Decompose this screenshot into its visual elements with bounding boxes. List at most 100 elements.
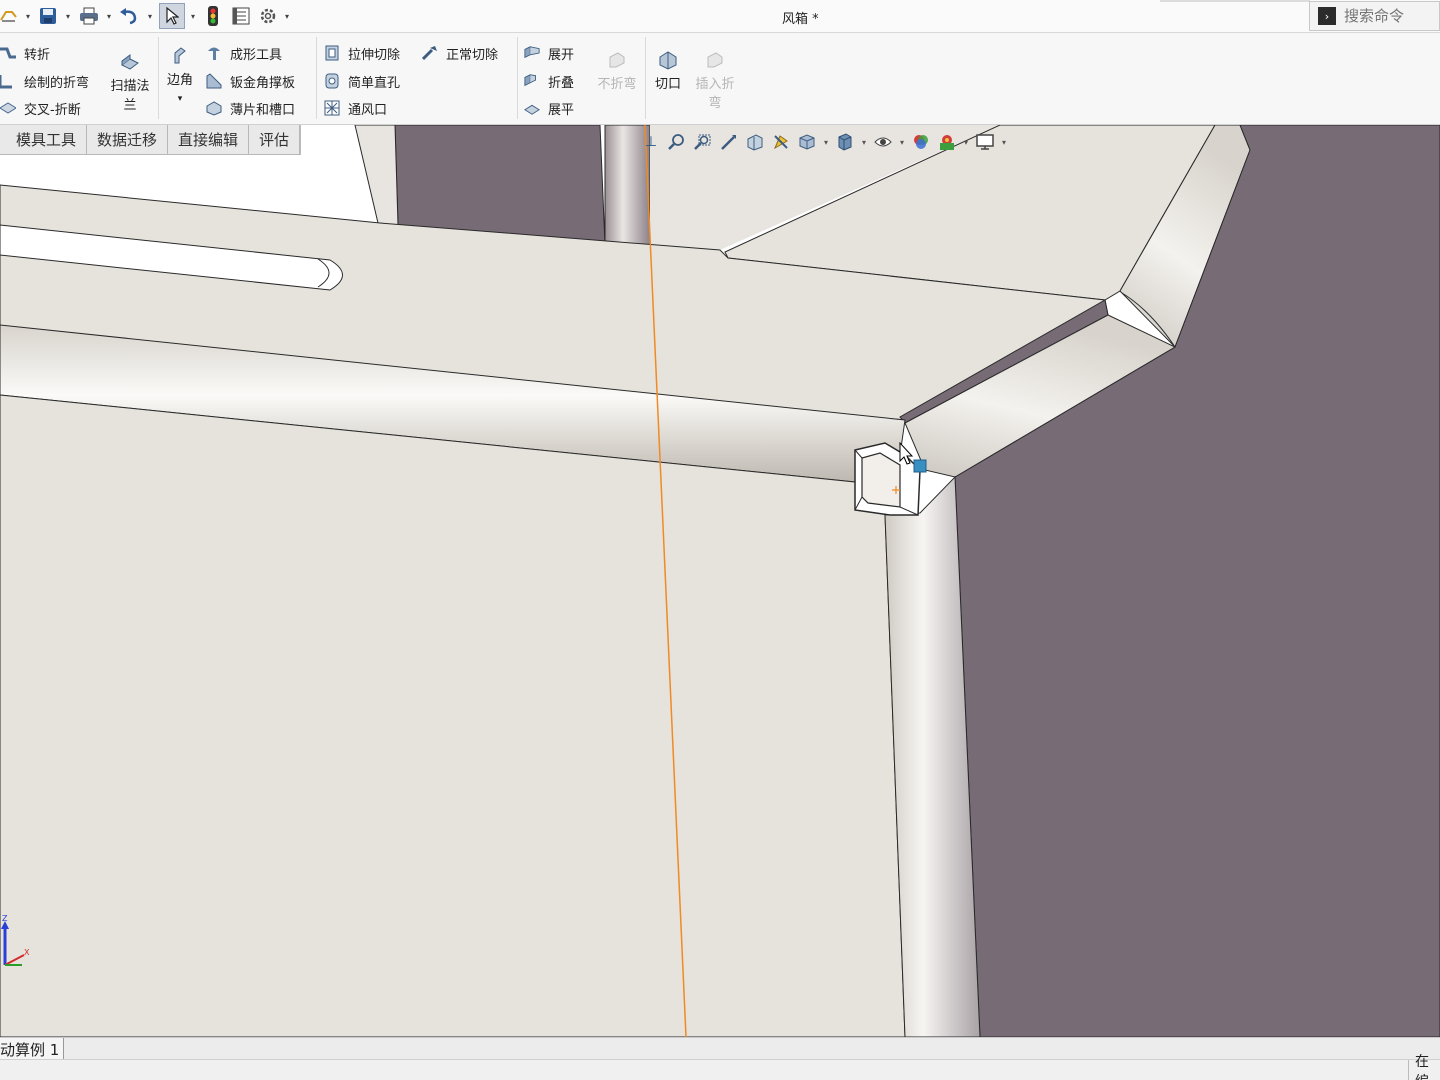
solidworks-window: ▾ ▾ ▾ ▾ ▾ ▾ 风箱 * › 搜索命令 转折 绘制的折弯 交叉-折断 扫… <box>0 0 1440 1080</box>
previous-view-icon[interactable] <box>718 131 740 153</box>
print-icon[interactable] <box>78 5 100 27</box>
graphics-viewport[interactable]: ⊥ ▾ ▾ ▾ ▾ ▾ Z X <box>0 125 1440 1037</box>
fold-button[interactable]: 折叠 <box>524 71 574 91</box>
new-file-dropdown-icon[interactable]: ▾ <box>24 5 32 27</box>
edit-appearance-icon[interactable] <box>910 131 932 153</box>
unfold-icon <box>524 45 540 61</box>
status-bar: 在编 <box>0 1054 1440 1080</box>
zoom-to-fit-icon[interactable] <box>666 131 688 153</box>
search-commands-input[interactable] <box>1344 7 1434 25</box>
command-manager-tabs: 模具工具 数据迁移 直接编辑 评估 <box>0 125 302 155</box>
vent-button[interactable]: 通风口 <box>324 98 387 118</box>
ribbon-separator <box>645 37 646 119</box>
save-dropdown-icon[interactable]: ▾ <box>64 5 72 27</box>
undo-dropdown-icon[interactable]: ▾ <box>146 5 154 27</box>
section-view-icon[interactable] <box>744 131 766 153</box>
new-file-icon[interactable] <box>0 5 18 27</box>
save-icon[interactable] <box>38 5 58 27</box>
view-settings-dropdown-icon[interactable]: ▾ <box>1000 131 1008 153</box>
ribbon-separator <box>517 37 518 119</box>
tab-data-migration[interactable]: 数据迁移 <box>87 125 169 155</box>
rebuild-icon[interactable] <box>206 5 220 27</box>
display-style-icon[interactable] <box>834 131 856 153</box>
select-dropdown-icon[interactable]: ▾ <box>189 5 197 27</box>
simple-hole-icon <box>324 73 340 89</box>
cross-break-label: 交叉-折断 <box>24 102 81 118</box>
unfold-button[interactable]: 展开 <box>524 43 574 63</box>
swept-flange-button[interactable]: 扫描法 兰 <box>104 51 156 113</box>
rip-label: 切口 <box>654 77 681 92</box>
options-gear-icon[interactable] <box>258 5 278 27</box>
jog-button[interactable]: 转折 <box>0 43 50 63</box>
forming-tool-icon <box>206 45 222 61</box>
fold-label: 折叠 <box>548 75 575 91</box>
file-properties-icon[interactable] <box>231 5 251 27</box>
undo-icon[interactable] <box>118 5 140 27</box>
unfold-label: 展开 <box>548 47 575 63</box>
normal-cut-button[interactable]: 正常切除 <box>422 43 498 63</box>
simple-hole-button[interactable]: 简单直孔 <box>324 71 400 91</box>
gusset-button[interactable]: 钣金角撑板 <box>206 71 295 91</box>
search-commands-box[interactable]: › <box>1309 1 1440 31</box>
sketched-bend-icon <box>0 73 16 89</box>
command-manager-ribbon: 转折 绘制的折弯 交叉-折断 扫描法 兰 边角 ▾ 成形工具 钣金角撑板 薄片和… <box>0 33 1440 125</box>
cross-break-button[interactable]: 交叉-折断 <box>0 98 81 118</box>
hide-show-dropdown-icon[interactable]: ▾ <box>898 131 906 153</box>
view-orientation-dropdown-icon[interactable]: ▾ <box>822 131 830 153</box>
insert-bends-button[interactable]: 插入折 弯 <box>690 49 740 111</box>
view-orientation-icon[interactable]: ⊥ <box>640 131 662 153</box>
vent-label: 通风口 <box>348 102 388 118</box>
normal-cut-label: 正常切除 <box>446 47 499 63</box>
forming-tool-button[interactable]: 成形工具 <box>206 43 282 63</box>
flatten-button[interactable]: 展平 <box>524 98 574 118</box>
zoom-to-area-icon[interactable] <box>692 131 714 153</box>
model-scene[interactable] <box>0 125 1440 1037</box>
extruded-cut-label: 拉伸切除 <box>348 47 401 63</box>
dynamic-annotation-icon[interactable] <box>770 131 792 153</box>
tab-and-slot-button[interactable]: 薄片和槽口 <box>206 98 295 118</box>
tab-and-slot-icon <box>206 100 222 116</box>
sketched-bend-label: 绘制的折弯 <box>24 75 90 91</box>
sketched-bend-button[interactable]: 绘制的折弯 <box>0 71 89 91</box>
corners-dropdown-icon[interactable]: ▾ <box>162 94 198 104</box>
simple-hole-label: 简单直孔 <box>348 75 401 91</box>
no-bends-button[interactable]: 不折弯 <box>592 49 642 92</box>
apply-scene-icon[interactable] <box>936 131 958 153</box>
extruded-cut-button[interactable]: 拉伸切除 <box>324 43 400 63</box>
flatten-label: 展平 <box>548 102 575 118</box>
motion-study-tab[interactable]: 动算例 1 <box>0 1038 65 1060</box>
view-settings-icon[interactable] <box>974 131 996 153</box>
heads-up-view-toolbar: ⊥ ▾ ▾ ▾ ▾ ▾ <box>640 131 1008 153</box>
title-bar-shadow <box>1160 0 1310 2</box>
view-orientation-cube-icon[interactable] <box>796 131 818 153</box>
command-prompt-icon: › <box>1318 7 1336 25</box>
tab-and-slot-label: 薄片和槽口 <box>230 102 296 118</box>
selection-handle[interactable] <box>913 459 927 473</box>
insert-bends-label-line1: 插入折 <box>695 77 735 92</box>
tab-evaluate[interactable]: 评估 <box>249 125 301 155</box>
swept-flange-label-line2: 兰 <box>123 98 137 113</box>
hide-show-items-icon[interactable] <box>872 131 894 153</box>
corners-label: 边角 <box>166 73 193 88</box>
reference-triad-icon: Z X <box>1 915 30 966</box>
tab-mold-tools[interactable]: 模具工具 <box>0 125 88 155</box>
fold-icon <box>524 73 540 89</box>
jog-icon <box>0 45 16 61</box>
swept-flange-icon <box>121 54 139 70</box>
corners-icon <box>174 47 186 64</box>
title-bar: ▾ ▾ ▾ ▾ ▾ ▾ 风箱 * › <box>0 0 1440 33</box>
rip-button[interactable]: 切口 <box>648 49 688 92</box>
ribbon-separator <box>158 37 159 119</box>
normal-cut-icon <box>422 45 438 61</box>
no-bends-icon <box>609 52 625 68</box>
print-dropdown-icon[interactable]: ▾ <box>105 5 113 27</box>
gusset-icon <box>206 73 222 89</box>
apply-scene-dropdown-icon[interactable]: ▾ <box>962 131 970 153</box>
corners-button[interactable]: 边角 ▾ <box>162 45 198 104</box>
gusset-label: 钣金角撑板 <box>230 75 296 91</box>
tab-direct-editing[interactable]: 直接编辑 <box>168 125 250 155</box>
display-style-dropdown-icon[interactable]: ▾ <box>860 131 868 153</box>
select-arrow-icon[interactable] <box>159 3 185 29</box>
insert-bends-icon <box>707 52 723 68</box>
options-dropdown-icon[interactable]: ▾ <box>283 5 291 27</box>
